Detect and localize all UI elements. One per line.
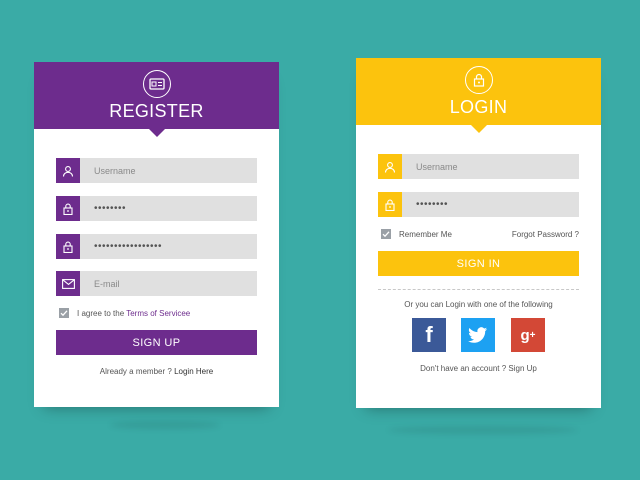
register-card: REGISTER Username •••••••• •••••••••••••… (34, 62, 279, 407)
terms-link[interactable]: Terms of Servicee (126, 309, 190, 318)
sign-in-button[interactable]: SIGN IN (378, 251, 579, 276)
header-pointer (148, 129, 165, 137)
facebook-icon[interactable]: f (412, 318, 446, 352)
remember-label: Remember Me (399, 230, 452, 239)
lock-icon (56, 196, 80, 221)
lock-icon (378, 192, 402, 217)
card-shadow (388, 426, 578, 434)
or-text: Or you can Login with one of the followi… (404, 300, 553, 309)
login-username-input[interactable]: Username (402, 162, 458, 172)
agree-label: I agree to the Terms of Servicee (77, 309, 190, 318)
check-icon (60, 310, 68, 317)
username-input[interactable]: Username (80, 166, 136, 176)
forgot-password-link[interactable]: Forgot Password ? (512, 230, 579, 239)
user-icon (378, 154, 402, 179)
google-plus-icon[interactable]: g + (511, 318, 545, 352)
sign-up-link[interactable]: Sign Up (508, 364, 536, 373)
login-password-input[interactable]: •••••••• (402, 199, 448, 210)
twitter-icon[interactable] (461, 318, 495, 352)
check-icon (382, 231, 390, 238)
login-title: LOGIN (449, 97, 508, 117)
register-title: REGISTER (109, 101, 204, 121)
email-field[interactable]: E-mail (56, 271, 257, 296)
mail-icon (56, 271, 80, 296)
sign-up-button[interactable]: SIGN UP (56, 330, 257, 355)
agree-text: I agree to the (77, 309, 127, 318)
member-line: Already a member ? Login Here (34, 367, 279, 376)
id-card-icon (142, 70, 171, 98)
password-field[interactable]: •••••••• (56, 196, 257, 221)
agree-checkbox[interactable] (59, 308, 69, 318)
card-shadow (110, 421, 220, 429)
divider (378, 289, 579, 290)
member-text: Already a member ? (99, 367, 175, 376)
lock-icon (56, 234, 80, 259)
register-header: REGISTER (34, 62, 279, 137)
remember-checkbox[interactable] (381, 229, 391, 239)
user-icon (56, 158, 80, 183)
password-input[interactable]: •••••••• (80, 203, 126, 214)
email-input[interactable]: E-mail (80, 279, 120, 289)
no-account-line: Don't have an account ? Sign Up (356, 364, 601, 373)
no-account-text: Don't have an account ? (420, 364, 509, 373)
login-password-field[interactable]: •••••••• (378, 192, 579, 217)
confirm-password-input[interactable]: ••••••••••••••••• (80, 241, 162, 252)
login-username-field[interactable]: Username (378, 154, 579, 179)
lock-icon (464, 66, 493, 94)
username-field[interactable]: Username (56, 158, 257, 183)
header-pointer (470, 125, 487, 133)
login-card: LOGIN Username •••••••• Remember Me Forg… (356, 58, 601, 408)
login-header: LOGIN (356, 58, 601, 133)
login-here-link[interactable]: Login Here (174, 367, 213, 376)
confirm-password-field[interactable]: ••••••••••••••••• (56, 234, 257, 259)
